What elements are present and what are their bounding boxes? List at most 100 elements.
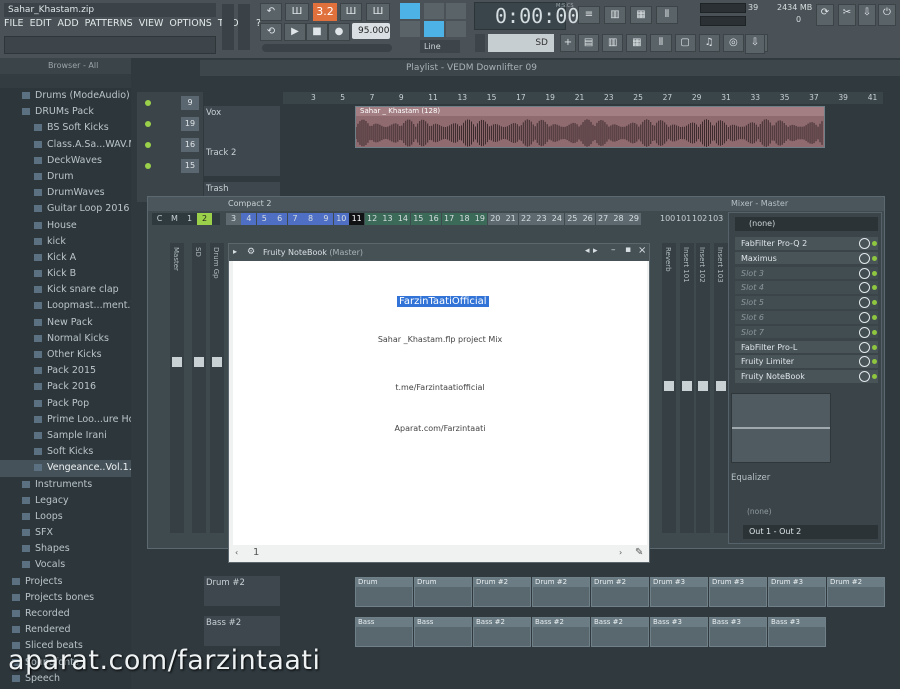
bass-clip[interactable]: Bass #2: [591, 617, 649, 647]
slot-enable-led[interactable]: [872, 285, 877, 291]
mixer-strip[interactable]: Insert 102: [696, 243, 710, 533]
browser-item[interactable]: Prime Loo...ure House: [0, 412, 131, 428]
browser-item[interactable]: BS Soft Kicks: [0, 120, 131, 136]
browser-item[interactable]: Class.A.Sa...WAV.MiDi: [0, 137, 131, 153]
fader-handle[interactable]: [716, 381, 726, 391]
browser-item[interactable]: New Pack: [0, 315, 131, 331]
mix-knob-icon[interactable]: [859, 252, 870, 264]
pencil-icon[interactable]: ✎: [635, 547, 643, 558]
minimize-icon[interactable]: –: [611, 245, 616, 255]
snap-selector[interactable]: Line: [420, 40, 460, 53]
power-icon[interactable]: ⏻: [878, 4, 896, 26]
slot-enable-led[interactable]: [872, 344, 877, 350]
track-header-vox[interactable]: Vox: [204, 106, 280, 148]
effect-slot[interactable]: Slot 5: [735, 296, 878, 310]
effect-slot[interactable]: Slot 7: [735, 325, 878, 340]
channel-led[interactable]: [145, 142, 151, 148]
slot-enable-led[interactable]: [872, 300, 877, 306]
mixer-strip[interactable]: Reverb: [662, 243, 676, 533]
track-header-trash[interactable]: Trash: [204, 182, 280, 196]
tempo-display[interactable]: 95.000: [352, 23, 390, 39]
mixer-strip[interactable]: Insert 103: [714, 243, 728, 533]
master-pitch-slider[interactable]: [238, 4, 250, 50]
browser-item[interactable]: Drums (ModeAudio): [0, 88, 131, 104]
browser-item[interactable]: Projects bones: [0, 590, 131, 606]
bass-clip[interactable]: Bass #2: [532, 617, 590, 647]
stop-button[interactable]: ■: [306, 23, 328, 41]
browser-item[interactable]: House: [0, 218, 131, 234]
notebook-prev-icon[interactable]: ◂: [585, 246, 590, 256]
browser-item[interactable]: Kick B: [0, 266, 131, 282]
mix-knob-icon[interactable]: [859, 312, 870, 323]
wrench-icon[interactable]: ✂: [838, 4, 856, 26]
mix-knob-icon[interactable]: [859, 341, 870, 353]
mix-knob-icon[interactable]: [859, 267, 870, 279]
master-volume-slider[interactable]: [222, 4, 234, 50]
time-display[interactable]: 0:00:00: [474, 2, 579, 30]
project-info-icon[interactable]: ◎: [722, 34, 744, 52]
channel-number[interactable]: 16: [181, 138, 199, 152]
browser-item[interactable]: Recorded: [0, 606, 131, 622]
browser-item[interactable]: Loops: [0, 509, 131, 525]
browser-item[interactable]: DRUMs Pack: [0, 104, 131, 120]
drum-clip[interactable]: Drum #3: [650, 577, 708, 607]
plugin-picker-icon[interactable]: ♫: [698, 34, 720, 52]
step-record-icon[interactable]: [424, 3, 444, 19]
menu-item-5[interactable]: OPTIONS: [169, 18, 211, 32]
metronome-icon[interactable]: Ш: [366, 3, 390, 21]
drum-clip[interactable]: Drum #3: [768, 577, 826, 607]
bass-clip[interactable]: Bass #2: [473, 617, 531, 647]
mix-knob-icon[interactable]: [859, 282, 870, 294]
mixer-icon[interactable]: ⫴: [650, 34, 672, 52]
song-position-slider[interactable]: [262, 44, 392, 52]
fader-handle[interactable]: [682, 381, 692, 391]
blend-notes-icon[interactable]: [446, 3, 466, 19]
browser-item[interactable]: Loopmast...ment.WAV: [0, 298, 131, 314]
effect-slot[interactable]: Slot 6: [735, 311, 878, 325]
track-header-drum2[interactable]: Drum #2: [204, 576, 280, 606]
fader-handle[interactable]: [212, 357, 222, 367]
insert-faders[interactable]: [839, 395, 879, 465]
drum-clip[interactable]: Drum #2: [827, 577, 885, 607]
browser-item[interactable]: DeckWaves: [0, 153, 131, 169]
effect-slot[interactable]: Fruity NoteBook: [735, 370, 878, 384]
browser-item[interactable]: Drum: [0, 169, 131, 185]
effect-slot[interactable]: Slot 3: [735, 266, 878, 281]
multilink-icon[interactable]: [446, 21, 466, 37]
effect-slot[interactable]: Slot 4: [735, 281, 878, 295]
drum-clip[interactable]: Drum #2: [473, 577, 531, 607]
fader-handle[interactable]: [194, 357, 204, 367]
channel-number[interactable]: 19: [181, 117, 199, 131]
add-pattern-button[interactable]: +: [560, 34, 576, 52]
browser-item[interactable]: DrumWaves: [0, 185, 131, 201]
song-pattern-icon[interactable]: ↶: [260, 3, 282, 21]
menu-item-0[interactable]: FILE: [4, 18, 24, 32]
channel-rack-view-icon[interactable]: ▦: [630, 6, 652, 24]
mixer-strip[interactable]: Insert 101: [680, 243, 694, 533]
browser-icon[interactable]: ▢: [674, 34, 696, 52]
menu-item-4[interactable]: VIEW: [139, 18, 164, 32]
pin-icon[interactable]: ⇩: [858, 4, 876, 26]
typing-keyboard-icon[interactable]: [400, 3, 420, 19]
bass-clip[interactable]: Bass: [355, 617, 413, 647]
browser-item[interactable]: Sample Irani: [0, 428, 131, 444]
browser-item[interactable]: Pack 2016: [0, 379, 131, 395]
browser-item[interactable]: Projects: [0, 574, 131, 590]
effect-slot[interactable]: Fruity Limiter: [735, 355, 878, 369]
drum-clip[interactable]: Drum: [355, 577, 413, 607]
notebook-text-area[interactable]: FarzinTaatiOfficial Sahar _Khastam.flp p…: [233, 261, 647, 545]
mixer-strip[interactable]: SD: [192, 243, 206, 533]
channel-number[interactable]: 15: [181, 159, 199, 173]
notebook-selected-text[interactable]: FarzinTaatiOfficial: [397, 296, 489, 307]
page-prev-icon[interactable]: ‹: [235, 548, 238, 557]
playlist-view-icon[interactable]: ≡: [578, 6, 600, 24]
play-button[interactable]: ▶: [284, 23, 306, 41]
browser-item[interactable]: Vengeance..Vol.1.WAV: [0, 460, 131, 477]
playlist-ruler[interactable]: 3 5 7 9 11 13 15 17 19 21 23 25 27 29 31 33 35 37 39 41: [283, 92, 883, 104]
channel-rack-icon[interactable]: ▦: [626, 34, 648, 52]
mixer-strip[interactable]: Drum Gp: [210, 243, 224, 533]
effect-slot[interactable]: Maximus: [735, 251, 878, 266]
mixer-strip[interactable]: Master: [170, 243, 184, 533]
pat-song-toggle[interactable]: Ш: [285, 3, 309, 21]
bass-clip[interactable]: Bass #3: [650, 617, 708, 647]
